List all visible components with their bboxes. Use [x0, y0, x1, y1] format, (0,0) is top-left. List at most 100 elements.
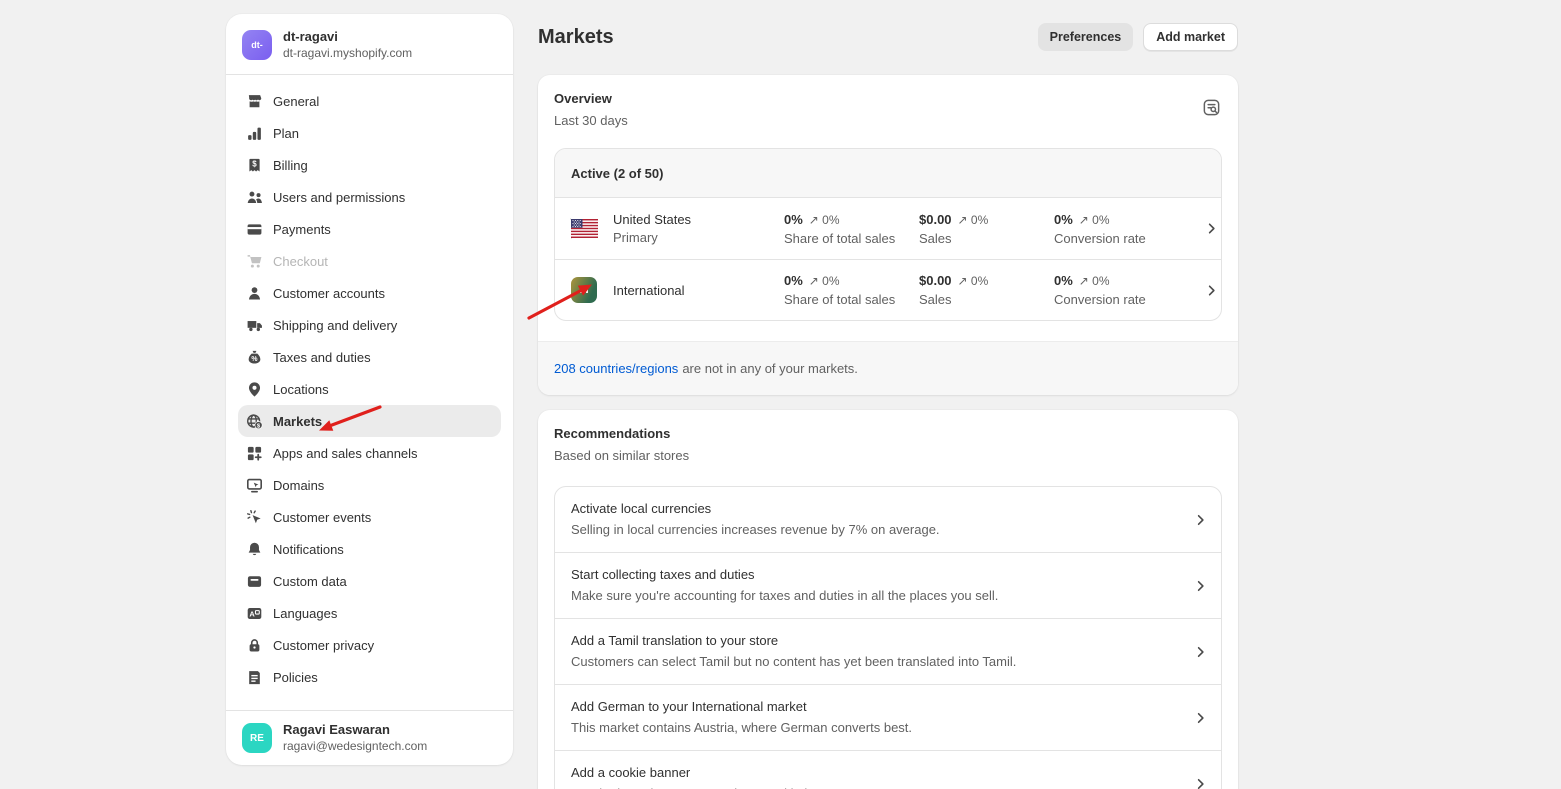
overview-card: Overview Last 30 days Active (2 of 50) U…	[538, 75, 1238, 395]
sidebar-item-label: Taxes and duties	[273, 350, 371, 365]
sidebar-item-custom-data[interactable]: Custom data	[238, 565, 501, 597]
us-flag-icon	[571, 219, 613, 238]
recommendation-add-a-cookie-banner[interactable]: Add a cookie bannerLocal privacy laws ma…	[555, 750, 1221, 789]
stat-sales: $0.00 ↗ 0% Sales	[919, 273, 1054, 307]
chevron-right-icon[interactable]	[1204, 283, 1219, 298]
store-header[interactable]: dt- dt-ragavi dt-ragavi.myshopify.com	[226, 14, 513, 75]
recommendation-title: Add a Tamil translation to your store	[571, 633, 1177, 648]
person-icon	[246, 285, 263, 302]
active-markets-header: Active (2 of 50)	[555, 149, 1221, 198]
svg-text:A: A	[249, 609, 255, 618]
recommendations-subtitle: Based on similar stores	[554, 448, 1222, 463]
recommendation-start-collecting-taxes-and-duties[interactable]: Start collecting taxes and dutiesMake su…	[555, 552, 1221, 618]
user-email: ragavi@wedesigntech.com	[283, 739, 427, 754]
sidebar-item-label: Locations	[273, 382, 329, 397]
sidebar-item-label: Plan	[273, 126, 299, 141]
stat-label: Sales	[919, 292, 1054, 307]
stat-label: Share of total sales	[784, 231, 919, 246]
stat-conversion-rate: 0%↗ 0%Conversion rate	[1054, 212, 1204, 246]
market-badge: IN	[571, 277, 613, 303]
sidebar-item-label: Checkout	[273, 254, 328, 269]
sidebar-item-label: Customer events	[273, 510, 371, 525]
recommendations-head: Recommendations Based on similar stores	[538, 410, 1238, 463]
preferences-button[interactable]: Preferences	[1038, 23, 1134, 51]
sidebar-item-domains[interactable]: Domains	[238, 469, 501, 501]
payments-icon	[246, 221, 263, 238]
sidebar-user[interactable]: RE Ragavi Easwaran ragavi@wedesigntech.c…	[226, 710, 513, 765]
countries-regions-text: are not in any of your markets.	[682, 361, 858, 376]
chevron-right-icon[interactable]	[1204, 221, 1219, 236]
overview-card-head: Overview Last 30 days	[538, 75, 1238, 128]
stat-delta: ↗ 0%	[1079, 274, 1110, 288]
overview-subtitle: Last 30 days	[554, 113, 1222, 128]
user-name: Ragavi Easwaran	[283, 722, 427, 738]
sidebar-item-languages[interactable]: ALanguages	[238, 597, 501, 629]
sidebar-item-policies[interactable]: Policies	[238, 661, 501, 693]
sidebar-item-customer-events[interactable]: Customer events	[238, 501, 501, 533]
recommendation-add-a-tamil-translation-to-your-store[interactable]: Add a Tamil translation to your storeCus…	[555, 618, 1221, 684]
overview-footer: 208 countries/regions are not in any of …	[538, 341, 1238, 395]
stat-share-of-total-sales: 0%↗ 0%Share of total sales	[784, 273, 919, 307]
sidebar-item-locations[interactable]: Locations	[238, 373, 501, 405]
store-name: dt-ragavi	[283, 29, 412, 45]
sidebar-item-taxes-and-duties[interactable]: % Taxes and duties	[238, 341, 501, 373]
sidebar-item-apps-and-sales-channels[interactable]: Apps and sales channels	[238, 437, 501, 469]
sidebar-item-label: Markets	[273, 414, 322, 429]
sidebar-item-shipping-and-delivery[interactable]: Shipping and delivery	[238, 309, 501, 341]
view-report-icon[interactable]	[1197, 93, 1226, 122]
chevron-right-icon	[1193, 512, 1208, 527]
sidebar-item-label: Payments	[273, 222, 331, 237]
sidebar-item-markets[interactable]: $Markets	[238, 405, 501, 437]
sidebar-item-customer-accounts[interactable]: Customer accounts	[238, 277, 501, 309]
stat-delta: ↗ 0%	[809, 274, 840, 288]
sidebar-item-customer-privacy[interactable]: Customer privacy	[238, 629, 501, 661]
stat-value: 0%	[784, 212, 803, 227]
stat-delta: ↗ 0%	[958, 274, 989, 288]
apps-icon	[246, 445, 263, 462]
taxes-icon: %	[246, 349, 263, 366]
sidebar-item-users-and-permissions[interactable]: Users and permissions	[238, 181, 501, 213]
sidebar-nav: General Plan $Billing Users and permissions…	[226, 75, 513, 693]
market-subtitle: Primary	[613, 230, 784, 245]
recommendation-add-german-to-your-international-market[interactable]: Add German to your International marketT…	[555, 684, 1221, 750]
chevron-right-icon	[1193, 644, 1208, 659]
market-row-united-states[interactable]: United StatesPrimary0%↗ 0%Share of total…	[555, 198, 1221, 259]
stat-value: $0.00	[919, 273, 952, 288]
sidebar-item-notifications[interactable]: Notifications	[238, 533, 501, 565]
plan-icon	[246, 125, 263, 142]
sidebar-item-payments[interactable]: Payments	[238, 213, 501, 245]
recommendation-title: Add German to your International market	[571, 699, 1177, 714]
market-name-col: United StatesPrimary	[613, 212, 784, 245]
translate-icon: A	[246, 605, 263, 622]
stat-label: Conversion rate	[1054, 292, 1204, 307]
market-name: International	[613, 283, 784, 298]
market-name-col: International	[613, 283, 784, 298]
sidebar-item-billing[interactable]: $Billing	[238, 149, 501, 181]
recommendations-list: Activate local currenciesSelling in loca…	[554, 486, 1222, 789]
sidebar-item-label: Users and permissions	[273, 190, 405, 205]
sidebar-item-plan[interactable]: Plan	[238, 117, 501, 149]
stat-label: Sales	[919, 231, 1054, 246]
sidebar-item-label: Customer privacy	[273, 638, 374, 653]
recommendation-activate-local-currencies[interactable]: Activate local currenciesSelling in loca…	[555, 487, 1221, 552]
sidebar-item-label: Notifications	[273, 542, 344, 557]
user-avatar: RE	[242, 723, 272, 753]
location-pin-icon	[246, 381, 263, 398]
page-title: Markets	[538, 26, 614, 49]
header-actions: Preferences Add market	[1038, 23, 1238, 51]
policies-icon	[246, 669, 263, 686]
overview-title: Overview	[554, 91, 1222, 106]
countries-regions-link[interactable]: 208 countries/regions	[554, 361, 678, 376]
in-market-badge: IN	[571, 277, 597, 303]
stat-value: 0%	[1054, 212, 1073, 227]
market-row-international[interactable]: IN International0%↗ 0%Share of total sale…	[555, 259, 1221, 320]
sidebar-item-label: Apps and sales channels	[273, 446, 418, 461]
truck-icon	[246, 317, 263, 334]
sidebar-item-label: Domains	[273, 478, 324, 493]
add-market-button[interactable]: Add market	[1143, 23, 1238, 51]
sidebar-item-general[interactable]: General	[238, 85, 501, 117]
page-header: Markets Preferences Add market	[538, 22, 1238, 52]
cart-icon	[246, 253, 263, 270]
custom-data-icon	[246, 573, 263, 590]
stat-delta: ↗ 0%	[809, 213, 840, 227]
